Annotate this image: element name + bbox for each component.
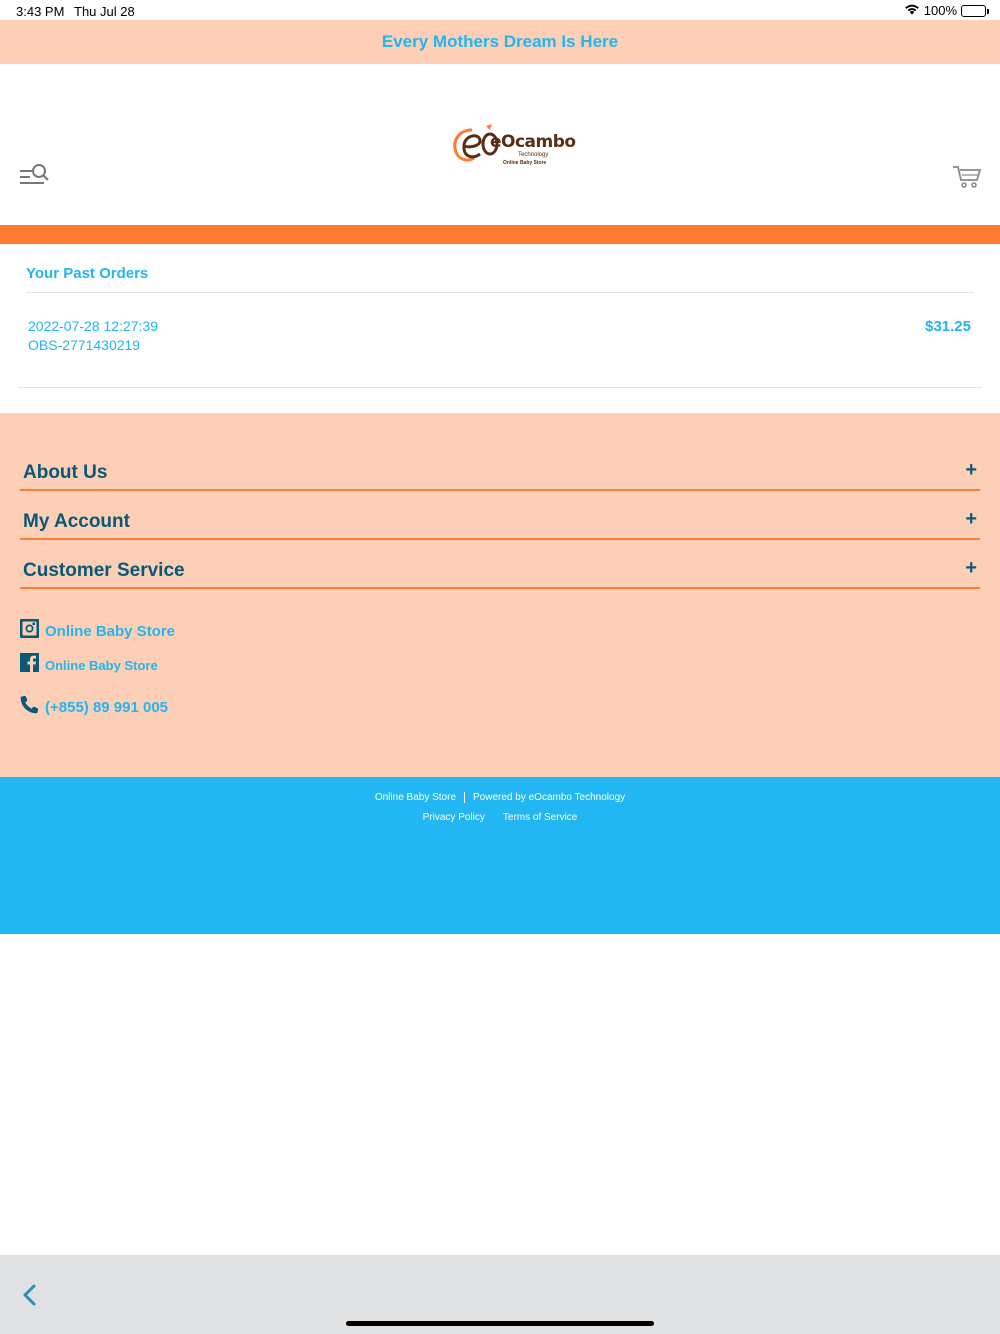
footer-section-label: My Account (23, 511, 130, 532)
store-logo[interactable]: eOcambo Technology Online Baby Store (450, 122, 576, 172)
status-date: Thu Jul 28 (74, 4, 135, 19)
phone-icon (20, 695, 39, 719)
cart-button[interactable] (952, 164, 982, 190)
battery-percent: 100% (923, 3, 957, 18)
phone-number: (+855) 89 991 005 (45, 698, 169, 716)
menu-search-icon (18, 164, 50, 194)
phone-link[interactable]: (+855) 89 991 005 (20, 695, 168, 719)
instagram-icon (20, 619, 39, 643)
bottom-bar: Online Baby Store Powered by eOcambo Tech… (0, 777, 1000, 934)
terms-of-service-link[interactable]: Terms of Service (503, 812, 577, 823)
status-time: 3:43 PM (16, 4, 65, 19)
menu-search-button[interactable] (18, 162, 50, 190)
chevron-left-icon (20, 1284, 40, 1311)
footer-my-account[interactable]: My Account + (20, 508, 980, 540)
cart-icon (952, 166, 982, 194)
order-row[interactable]: 2022-07-28 12:27:39 OBS-2771430219 $31.2… (26, 316, 974, 360)
status-bar: 3:43 PM Thu Jul 28 100% (0, 0, 1000, 20)
status-right: 100% (904, 3, 989, 18)
header: eOcambo Technology Online Baby Store (0, 64, 1000, 225)
footer: About Us + My Account + Customer Service… (0, 413, 1000, 777)
order-date: 2022-07-28 12:27:39 (28, 318, 158, 334)
back-button[interactable] (20, 1283, 40, 1307)
powered-by-link[interactable]: Powered by eOcambo Technology (473, 792, 625, 803)
footer-section-label: Customer Service (23, 560, 185, 581)
plus-icon: + (965, 508, 977, 530)
home-indicator (346, 1321, 654, 1326)
footer-about-us[interactable]: About Us + (20, 459, 980, 491)
instagram-link[interactable]: Online Baby Store (20, 619, 175, 643)
divider (26, 292, 974, 293)
promo-text: Every Mothers Dream Is Here (381, 32, 619, 51)
divider (464, 792, 466, 803)
divider (18, 387, 982, 388)
instagram-label: Online Baby Store (45, 622, 176, 640)
facebook-icon (20, 653, 39, 677)
past-orders-section: Your Past Orders 2022-07-28 12:27:39 OBS… (0, 244, 1000, 413)
facebook-label: Online Baby Store (45, 657, 158, 673)
logo-main: eOcambo (490, 132, 576, 152)
order-code: OBS-2771430219 (28, 337, 141, 353)
promo-banner: Every Mothers Dream Is Here (0, 20, 1000, 64)
facebook-link[interactable]: Online Baby Store (20, 653, 158, 677)
logo-tagline: Online Baby Store (503, 160, 547, 166)
battery-icon (961, 4, 989, 17)
past-orders-title: Your Past Orders (26, 265, 149, 282)
footer-customer-service[interactable]: Customer Service + (20, 557, 980, 589)
footer-section-label: About Us (23, 462, 108, 483)
store-link[interactable]: Online Baby Store (375, 792, 456, 803)
order-total: $31.25 (925, 318, 971, 335)
logo-sub: Technology (518, 152, 549, 158)
header-divider-bar (0, 225, 1000, 244)
privacy-policy-link[interactable]: Privacy Policy (423, 812, 485, 823)
bottom-credits: Online Baby Store Powered by eOcambo Tech… (0, 792, 1000, 803)
wifi-icon (904, 3, 920, 18)
bottom-toolbar (0, 1255, 1000, 1334)
bottom-legal: Privacy Policy Terms of Service (0, 812, 1000, 823)
plus-icon: + (965, 557, 977, 579)
plus-icon: + (965, 459, 977, 481)
